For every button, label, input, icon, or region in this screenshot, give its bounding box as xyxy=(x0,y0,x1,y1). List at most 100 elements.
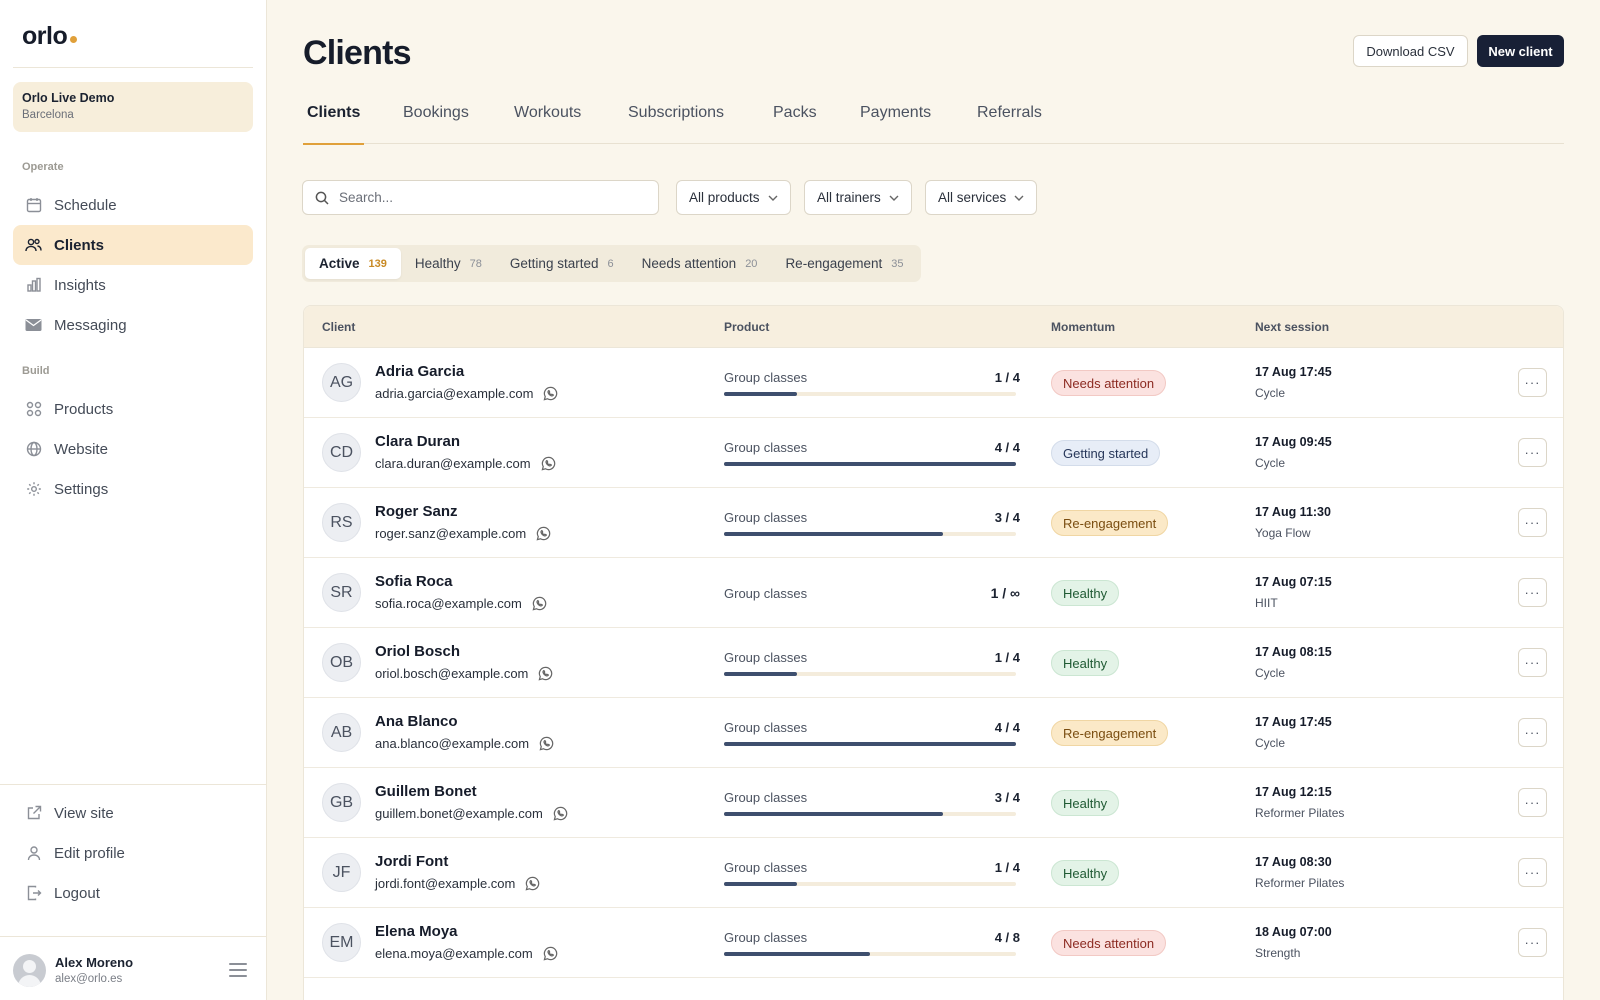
segment-re-engagement[interactable]: Re-engagement 35 xyxy=(771,248,917,279)
row-actions-button[interactable]: ··· xyxy=(1518,928,1547,957)
momentum-badge: Needs attention xyxy=(1051,370,1167,396)
sidebar-item-schedule[interactable]: Schedule xyxy=(13,185,253,225)
products-filter[interactable]: All products xyxy=(676,180,791,215)
client-name[interactable]: Guillem Bonet xyxy=(375,783,477,800)
sidebar-item-logout[interactable]: Logout xyxy=(13,873,253,913)
chevron-down-icon xyxy=(889,195,899,201)
segment-active[interactable]: Active 139 xyxy=(305,248,401,279)
client-name[interactable]: Jordi Font xyxy=(375,853,448,870)
whatsapp-icon[interactable] xyxy=(543,946,558,961)
services-filter[interactable]: All services xyxy=(925,180,1038,215)
momentum-badge: Getting started xyxy=(1051,440,1161,466)
momentum-badge: Needs attention xyxy=(1051,930,1167,956)
avatar: CD xyxy=(322,433,361,472)
globe-icon xyxy=(25,441,42,458)
client-email: roger.sanz@example.com xyxy=(375,526,527,541)
logo-text: orlo xyxy=(22,22,68,50)
segment-label: Getting started xyxy=(509,256,599,271)
usage-count: 4 / 4 xyxy=(994,440,1020,455)
sidebar-item-insights[interactable]: Insights xyxy=(13,265,253,305)
table-row[interactable]: AG Adria Garcia adria.garcia@example.com Gr… xyxy=(304,348,1563,418)
whatsapp-icon[interactable] xyxy=(536,526,551,541)
whatsapp-icon[interactable] xyxy=(538,666,553,681)
next-session-type: Cycle xyxy=(1255,456,1286,470)
client-name[interactable]: Roger Sanz xyxy=(375,503,458,520)
column-header-client[interactable]: Client xyxy=(322,320,355,334)
table-row[interactable]: AB Ana Blanco ana.blanco@example.com Group … xyxy=(304,698,1563,768)
tab-clients[interactable]: Clients xyxy=(302,104,365,145)
mail-icon xyxy=(25,317,42,334)
column-header-momentum[interactable]: Momentum xyxy=(1051,320,1115,334)
row-actions-button[interactable]: ··· xyxy=(1518,718,1547,747)
section-label-operate: Operate xyxy=(22,161,64,173)
usage-progress-fill xyxy=(724,742,1016,746)
sidebar-item-settings[interactable]: Settings xyxy=(13,469,253,509)
whatsapp-icon[interactable] xyxy=(525,876,540,891)
search-input[interactable] xyxy=(339,190,639,205)
download-csv-button[interactable]: Download CSV xyxy=(1353,35,1468,67)
table-row[interactable]: JF Jordi Font jordi.font@example.com Group … xyxy=(304,838,1563,908)
sidebar-item-website[interactable]: Website xyxy=(13,429,253,469)
sidebar-item-products[interactable]: Products xyxy=(13,389,253,429)
column-header-product[interactable]: Product xyxy=(724,320,769,334)
tab-packs[interactable]: Packs xyxy=(773,104,817,144)
whatsapp-icon[interactable] xyxy=(532,596,547,611)
tab-workouts[interactable]: Workouts xyxy=(514,104,581,144)
whatsapp-icon[interactable] xyxy=(553,806,568,821)
table-row[interactable]: OB Oriol Bosch oriol.bosch@example.com Grou… xyxy=(304,628,1563,698)
next-session-time: 17 Aug 12:15 xyxy=(1255,785,1332,799)
user-name: Alex Moreno xyxy=(55,955,134,970)
new-client-button[interactable]: New client xyxy=(1477,35,1564,67)
product-name: Group classes xyxy=(724,510,808,525)
row-actions-button[interactable]: ··· xyxy=(1518,368,1547,397)
client-name[interactable]: Ana Blanco xyxy=(375,713,458,730)
row-actions-button[interactable]: ··· xyxy=(1518,858,1547,887)
column-header-next-session[interactable]: Next session xyxy=(1255,320,1329,334)
tab-payments[interactable]: Payments xyxy=(860,104,931,144)
whatsapp-icon[interactable] xyxy=(539,736,554,751)
tab-subscriptions[interactable]: Subscriptions xyxy=(628,104,724,144)
client-email: oriol.bosch@example.com xyxy=(375,666,529,681)
segment-count: 35 xyxy=(891,257,904,270)
sidebar-item-edit-profile[interactable]: Edit profile xyxy=(13,833,253,873)
client-email-line: elena.moya@example.com xyxy=(375,946,558,961)
client-name[interactable]: Adria Garcia xyxy=(375,363,464,380)
table-row[interactable]: CD Clara Duran clara.duran@example.com Grou… xyxy=(304,418,1563,488)
client-name[interactable]: Oriol Bosch xyxy=(375,643,460,660)
client-name[interactable]: Clara Duran xyxy=(375,433,460,450)
row-actions-button[interactable]: ··· xyxy=(1518,648,1547,677)
table-row[interactable]: GB Guillem Bonet guillem.bonet@example.com… xyxy=(304,768,1563,838)
row-actions-button[interactable]: ··· xyxy=(1518,508,1547,537)
sidebar-item-label: Clients xyxy=(54,236,105,254)
sidebar-item-clients[interactable]: Clients xyxy=(13,225,253,265)
sidebar-item-messaging[interactable]: Messaging xyxy=(13,305,253,345)
studio-switcher[interactable]: Orlo Live Demo Barcelona xyxy=(13,82,253,132)
chevron-down-icon xyxy=(768,195,778,201)
trainers-filter[interactable]: All trainers xyxy=(804,180,912,215)
whatsapp-icon[interactable] xyxy=(541,456,556,471)
table-row[interactable]: RS Roger Sanz roger.sanz@example.com Group … xyxy=(304,488,1563,558)
client-name[interactable]: Sofia Roca xyxy=(375,573,453,590)
table-row[interactable]: EM Elena Moya elena.moya@example.com Group … xyxy=(304,908,1563,978)
avatar: SR xyxy=(322,573,361,612)
logo[interactable]: orlo xyxy=(22,22,78,51)
divider xyxy=(13,67,253,68)
hamburger-menu-icon[interactable] xyxy=(229,963,247,977)
segment-healthy[interactable]: Healthy 78 xyxy=(401,248,496,279)
segment-needs-attention[interactable]: Needs attention 20 xyxy=(628,248,772,279)
sidebar-item-view-site[interactable]: View site xyxy=(13,793,253,833)
users-icon xyxy=(25,237,42,254)
usage-count: 3 / 4 xyxy=(994,510,1020,525)
table-row[interactable]: SR Sofia Roca sofia.roca@example.com Group … xyxy=(304,558,1563,628)
tab-referrals[interactable]: Referrals xyxy=(977,104,1042,144)
client-name[interactable]: Elena Moya xyxy=(375,923,458,940)
whatsapp-icon[interactable] xyxy=(543,386,558,401)
segment-getting-started[interactable]: Getting started 6 xyxy=(496,248,628,279)
row-actions-button[interactable]: ··· xyxy=(1518,438,1547,467)
usage-progress-bar xyxy=(724,882,1016,886)
row-actions-button[interactable]: ··· xyxy=(1518,788,1547,817)
row-actions-button[interactable]: ··· xyxy=(1518,578,1547,607)
usage-progress-fill xyxy=(724,462,1016,466)
tab-bookings[interactable]: Bookings xyxy=(403,104,469,144)
segment-count: 6 xyxy=(607,257,614,270)
